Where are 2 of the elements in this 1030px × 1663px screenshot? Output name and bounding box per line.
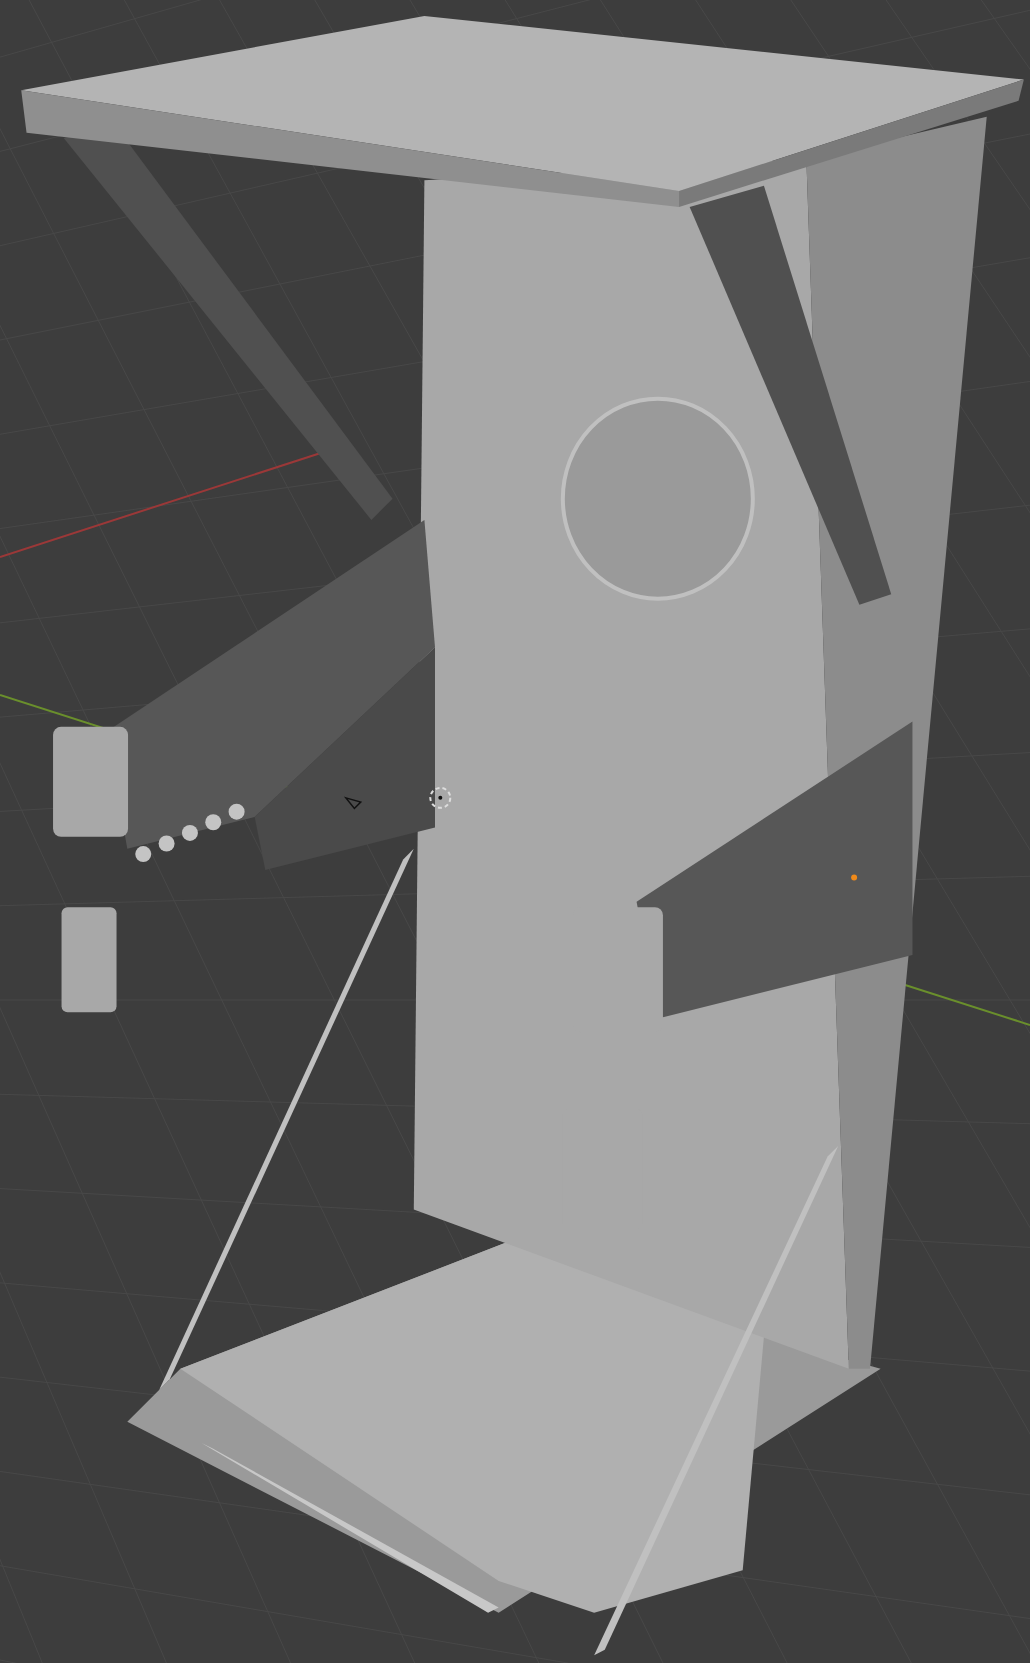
- 3d-cursor-icon[interactable]: [429, 786, 452, 809]
- origin-dot: [851, 874, 858, 881]
